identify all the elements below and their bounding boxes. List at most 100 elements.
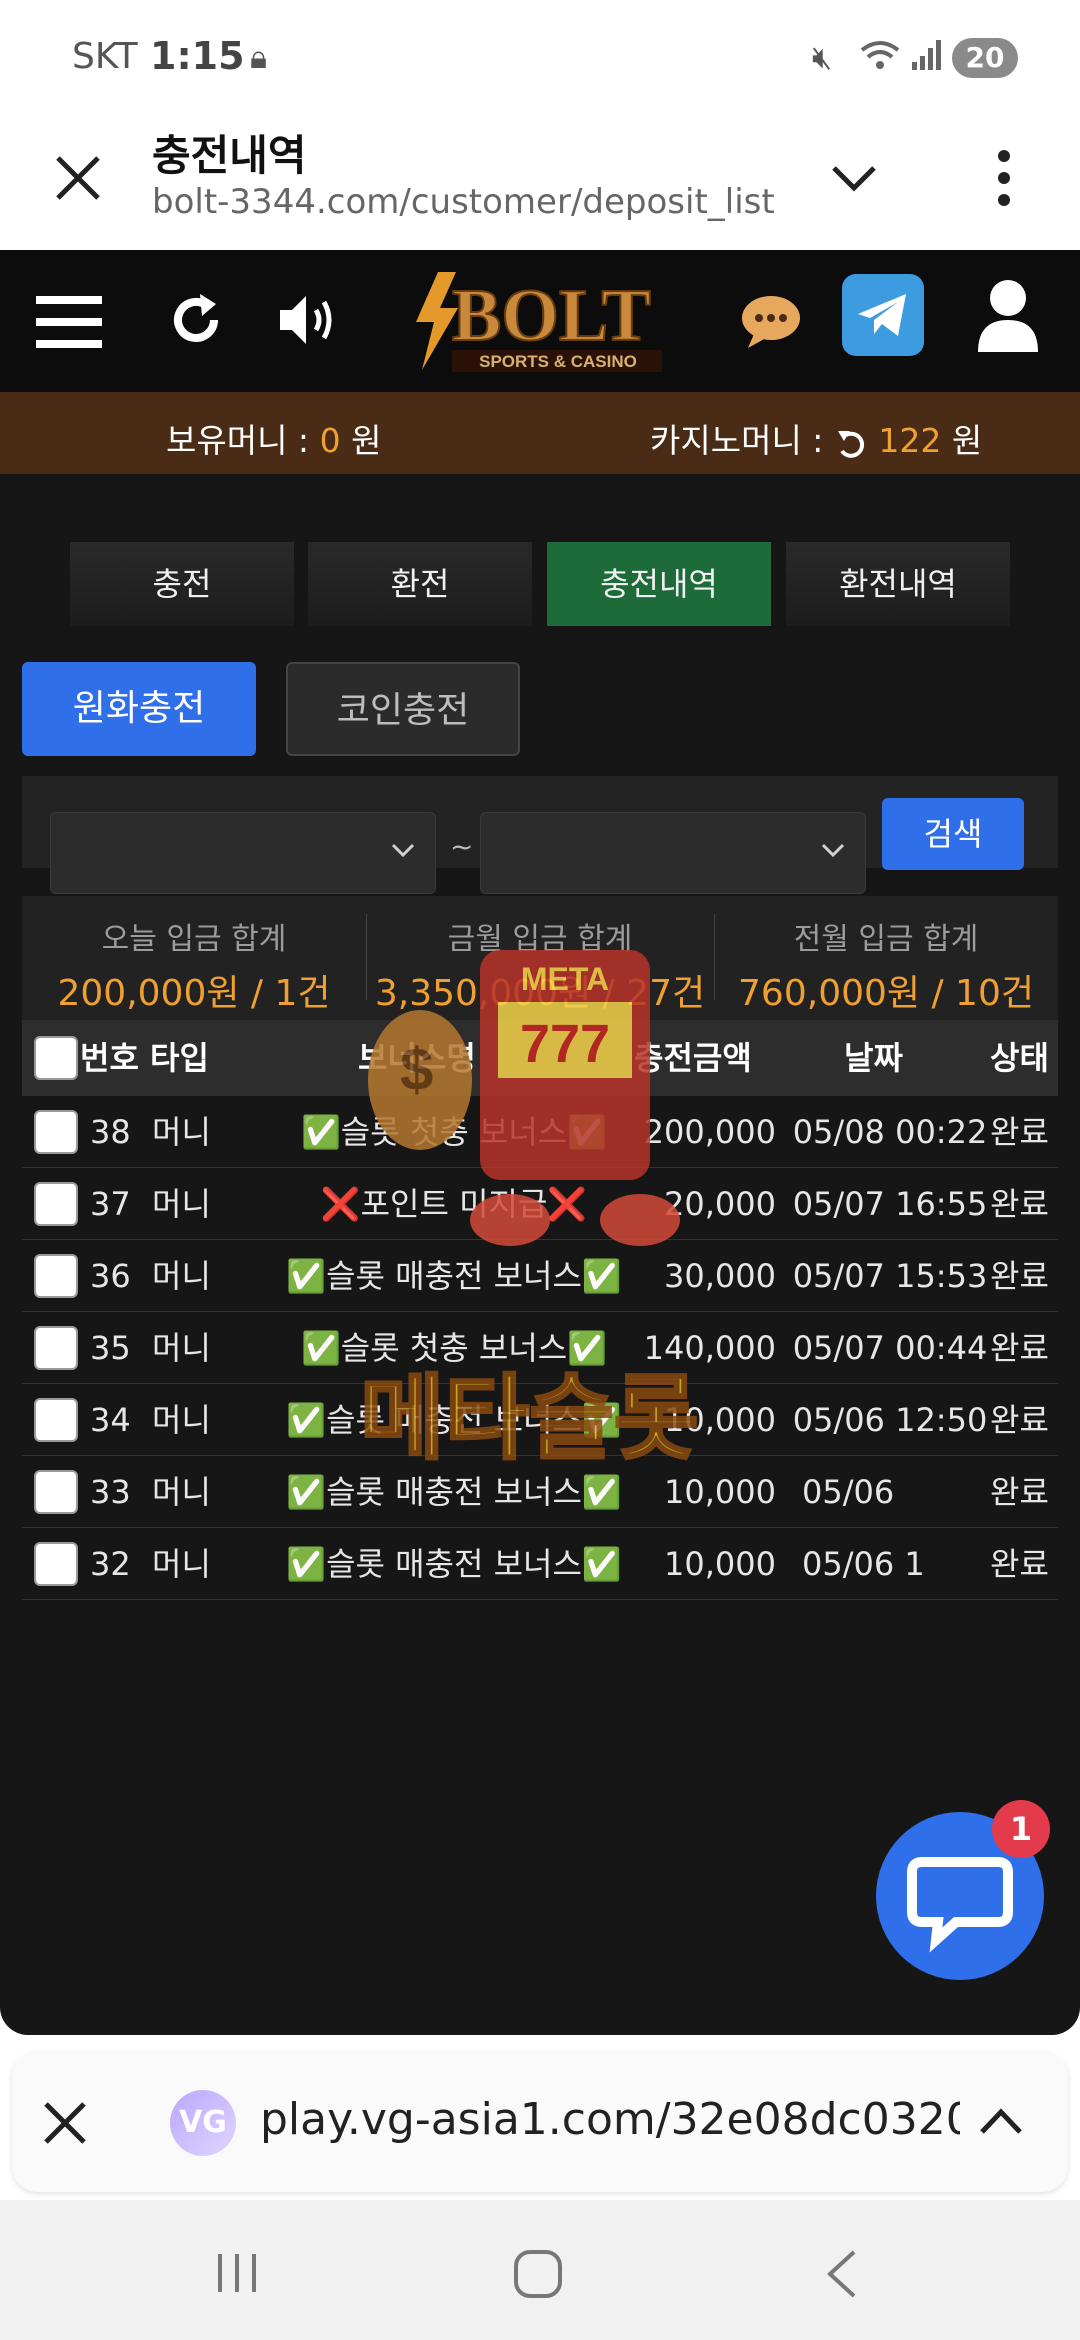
carrier-label: SKT	[72, 36, 138, 77]
row-type: 머니	[152, 1185, 211, 1223]
watermark-text: 메타슬롯	[360, 1365, 699, 1472]
row-type: 머니	[152, 1329, 211, 1367]
menu-icon[interactable]	[36, 294, 102, 350]
col-type: 타입	[150, 1039, 209, 1077]
close-tab-icon[interactable]	[40, 2098, 90, 2148]
row-status: 완료	[990, 1329, 1049, 1367]
back-icon[interactable]	[822, 2248, 862, 2300]
row-type: 머니	[152, 1257, 211, 1295]
row-checkbox[interactable]	[34, 1542, 78, 1586]
row-bonus: ✅슬롯 매충전 보너스✅	[286, 1545, 622, 1583]
casino-unit: 원	[951, 421, 983, 460]
row-no: 33	[90, 1473, 131, 1511]
cash-label: 보유머니 :	[166, 421, 310, 460]
row-no: 36	[90, 1257, 131, 1295]
home-icon[interactable]	[512, 2248, 564, 2300]
summary-today: 오늘 입금 합계 200,000원 / 1건	[22, 914, 366, 1016]
site-content: BOLT SPORTS & CASINO 보유머니 : 0 원 카지노머니 : …	[0, 250, 1080, 2035]
row-checkbox[interactable]	[34, 1110, 78, 1154]
refresh-icon[interactable]	[166, 290, 226, 350]
row-type: 머니	[152, 1113, 211, 1151]
summary-value: 200,000원 / 1건	[57, 973, 331, 1014]
mute-icon: 🔇︎	[812, 38, 833, 76]
cash-balance: 보유머니 : 0 원	[166, 414, 381, 462]
row-no: 34	[90, 1401, 131, 1439]
tab-withdraw-history[interactable]: 환전내역	[786, 542, 1010, 626]
row-checkbox[interactable]	[34, 1326, 78, 1370]
col-no: 번호	[80, 1039, 139, 1077]
page-title: 충전내역	[152, 131, 307, 180]
table-row[interactable]: 32 머니 ✅슬롯 매충전 보너스✅ 10,000 05/06 1 완료	[22, 1528, 1058, 1600]
close-icon[interactable]	[50, 150, 106, 206]
row-status: 완료	[990, 1473, 1049, 1511]
casino-value: 122	[878, 421, 942, 460]
user-icon[interactable]	[976, 278, 1040, 354]
row-no: 35	[90, 1329, 131, 1367]
search-button[interactable]: 검색	[882, 798, 1024, 870]
chevron-down-icon	[389, 835, 417, 870]
clock: 1:15	[150, 34, 245, 78]
row-checkbox[interactable]	[34, 1398, 78, 1442]
tab-withdraw[interactable]: 환전	[308, 542, 532, 626]
row-type: 머니	[152, 1545, 211, 1583]
casino-label: 카지노머니 :	[650, 421, 824, 460]
cash-unit: 원	[351, 421, 382, 460]
watermark-777: 777	[520, 1014, 610, 1074]
wifi-icon	[858, 38, 902, 82]
date-separator: ~	[450, 830, 474, 863]
tab-deposit[interactable]: 충전	[70, 542, 294, 626]
row-status: 완료	[990, 1113, 1049, 1151]
casino-balance: 카지노머니 : 122 원	[650, 414, 982, 462]
site-header: BOLT SPORTS & CASINO	[0, 250, 1080, 392]
logo-subtext: SPORTS & CASINO	[479, 352, 637, 371]
browser-toolbar: 충전내역 bolt-3344.com/customer/deposit_list	[0, 110, 1080, 250]
lock-icon: 🔒︎	[250, 38, 268, 76]
signal-icon	[910, 38, 944, 80]
end-date-select[interactable]	[480, 812, 866, 894]
row-amount: 10,000	[664, 1545, 776, 1583]
chat-notification-badge: 1	[992, 1800, 1050, 1858]
bottom-tab-bar: VG play.vg-asia1.com/32e08dc0320	[12, 2052, 1068, 2192]
svg-text:$: $	[400, 1036, 433, 1103]
row-no: 37	[90, 1185, 131, 1223]
col-status: 상태	[990, 1039, 1049, 1077]
row-no: 38	[90, 1113, 131, 1151]
row-type: 머니	[152, 1401, 211, 1439]
telegram-icon[interactable]	[842, 274, 924, 356]
row-checkbox[interactable]	[34, 1470, 78, 1514]
chat-bubble-icon[interactable]	[740, 294, 802, 350]
battery-indicator: 20	[952, 38, 1018, 78]
row-status: 완료	[990, 1401, 1049, 1439]
status-bar: SKT 1:15 🔒︎ 🔇︎ 20	[0, 0, 1080, 110]
recent-apps-icon[interactable]	[214, 2252, 260, 2294]
summary-label: 오늘 입금 합계	[101, 922, 287, 957]
subtab-coin-deposit[interactable]: 코인충전	[286, 662, 520, 756]
row-status: 완료	[990, 1257, 1049, 1295]
chevron-down-icon	[819, 835, 847, 870]
watermark-meta: META	[521, 961, 609, 997]
subtab-krw-deposit[interactable]: 원화충전	[22, 662, 256, 756]
row-checkbox[interactable]	[34, 1182, 78, 1226]
tab-url[interactable]: play.vg-asia1.com/32e08dc0320	[260, 2094, 960, 2145]
row-type: 머니	[152, 1473, 211, 1511]
row-status: 완료	[990, 1545, 1049, 1583]
row-no: 32	[90, 1545, 131, 1583]
system-nav-bar	[0, 2200, 1080, 2340]
sound-icon[interactable]	[276, 290, 342, 350]
watermark-logo: $ META 777 메타슬롯	[359, 940, 880, 1500]
tab-deposit-history[interactable]: 충전내역	[547, 542, 771, 626]
site-favicon: VG	[170, 2090, 236, 2156]
more-options-icon[interactable]	[990, 146, 1018, 210]
balance-bar: 보유머니 : 0 원 카지노머니 : 122 원	[0, 392, 1080, 474]
row-checkbox[interactable]	[34, 1254, 78, 1298]
select-all-checkbox[interactable]	[34, 1036, 78, 1080]
cash-value: 0	[319, 421, 341, 460]
chevron-down-icon[interactable]	[826, 154, 882, 202]
row-status: 완료	[990, 1185, 1049, 1223]
bolt-logo[interactable]: BOLT SPORTS & CASINO	[408, 262, 678, 382]
start-date-select[interactable]	[50, 812, 436, 894]
url-text[interactable]: bolt-3344.com/customer/deposit_list	[152, 182, 775, 222]
reload-icon[interactable]	[834, 428, 868, 458]
logo-text: BOLT	[452, 275, 651, 357]
chevron-up-icon[interactable]	[976, 2100, 1026, 2140]
